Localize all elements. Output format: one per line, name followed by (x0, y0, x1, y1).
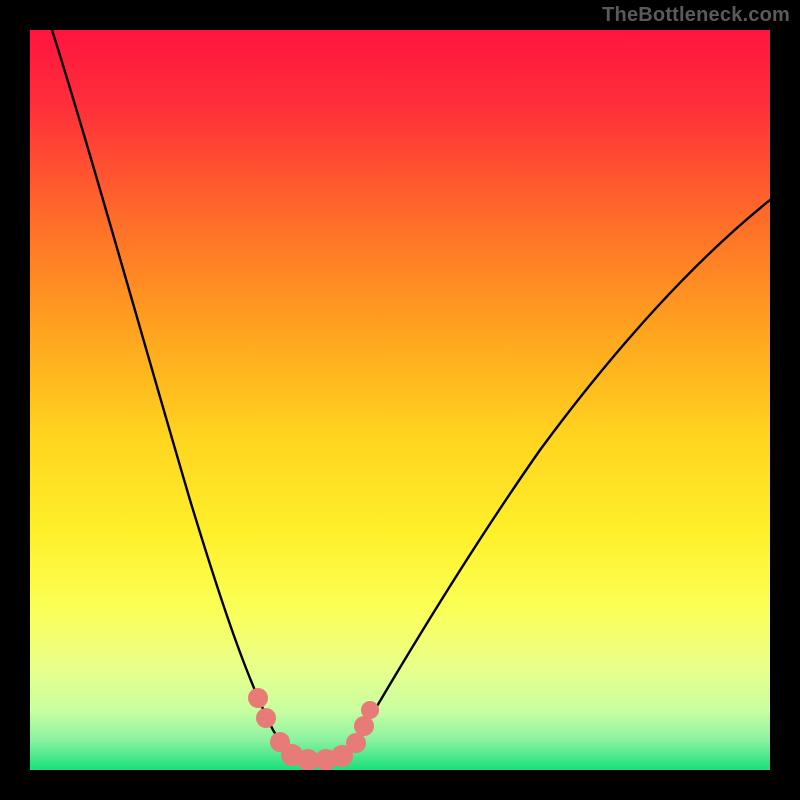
plot-area (30, 30, 770, 770)
watermark-text: TheBottleneck.com (602, 4, 790, 27)
chart-frame: TheBottleneck.com (0, 0, 800, 800)
optimal-range-marker (30, 30, 770, 770)
